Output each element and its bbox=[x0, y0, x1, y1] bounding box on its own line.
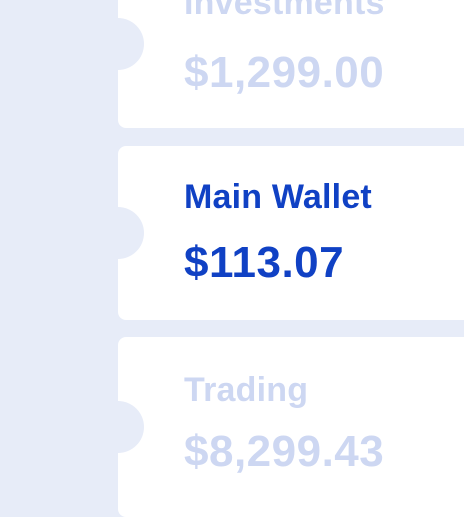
card-notch bbox=[92, 207, 144, 259]
wallet-name: Main Wallet bbox=[184, 178, 372, 216]
wallet-card-investments[interactable]: Investments $1,299.00 bbox=[92, 0, 464, 128]
wallet-name: Trading bbox=[184, 371, 309, 409]
wallet-balance: $1,299.00 bbox=[184, 48, 385, 97]
wallet-balance: $8,299.43 bbox=[184, 427, 385, 476]
wallet-card-main-wallet[interactable]: Main Wallet $113.07 bbox=[92, 146, 464, 320]
wallet-list: Investments $1,299.00 Main Wallet $113.0… bbox=[0, 0, 464, 517]
card-notch bbox=[92, 401, 144, 453]
card-notch bbox=[92, 18, 144, 70]
wallet-name: Investments bbox=[184, 0, 385, 22]
wallet-balance: $113.07 bbox=[184, 238, 345, 287]
wallet-card-trading[interactable]: Trading $8,299.43 bbox=[92, 337, 464, 517]
